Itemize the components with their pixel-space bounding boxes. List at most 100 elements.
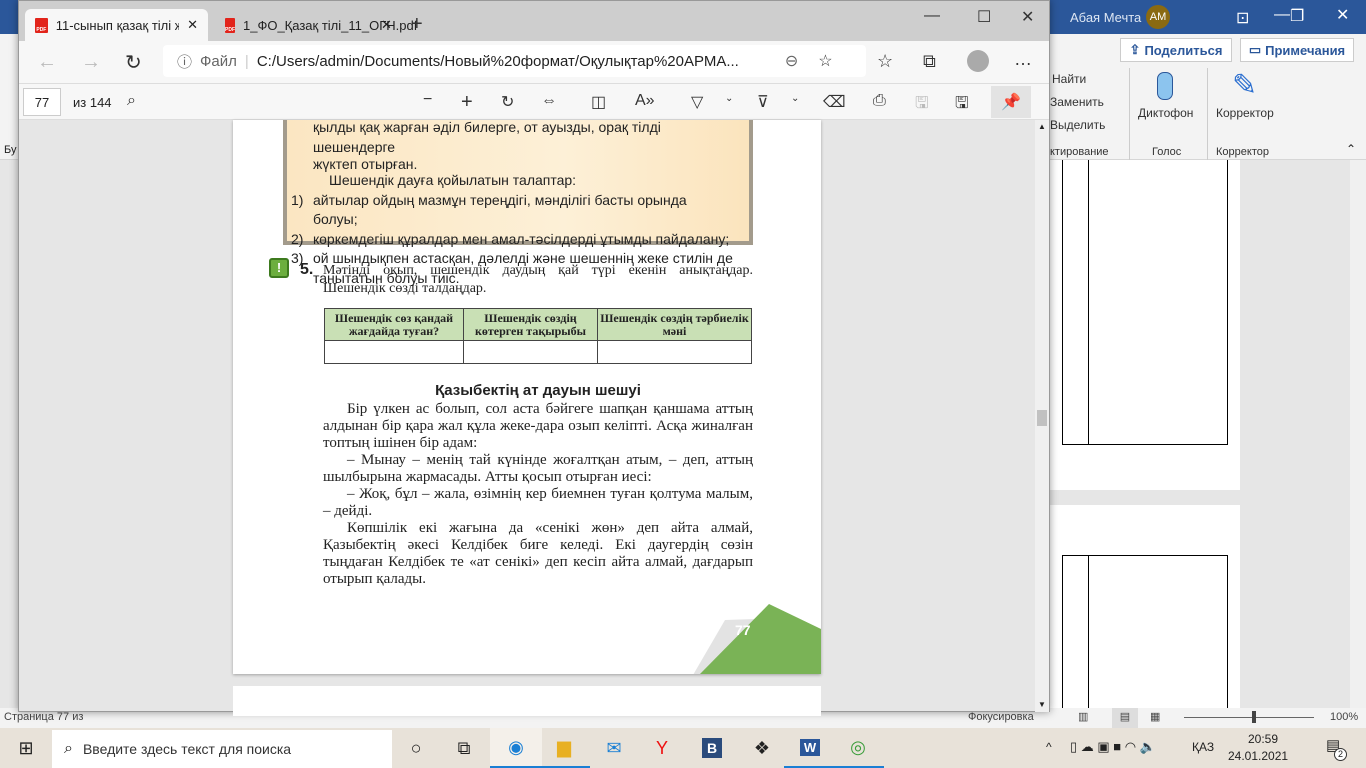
ribbon-cut-label: Бу	[4, 144, 17, 156]
box-list-item: 1) айтылар ойдың мазмұн тереңдігі, мәнділ…	[291, 191, 687, 228]
maximize-icon[interactable]: ☐	[977, 7, 991, 27]
word-scrollbar[interactable]	[1350, 160, 1366, 708]
clock-time[interactable]: 20:59	[1248, 732, 1278, 746]
story-text: Бір үлкен ас болып, сол аста бәйгеге шап…	[323, 401, 753, 588]
dictate-button[interactable]: Диктофон	[1138, 106, 1193, 120]
read-mode-icon[interactable]: ▥	[1078, 710, 1088, 723]
table-cell	[463, 340, 598, 364]
tray-overflow-icon[interactable]: ^	[1046, 740, 1052, 754]
page-count: Страница 77 из	[4, 711, 84, 723]
replace-button[interactable]: Заменить	[1050, 95, 1104, 109]
minimize-icon[interactable]: —	[1274, 6, 1290, 24]
box-list-item: 2) көркемдегіш құралдар мен амал-тәсілдер…	[291, 230, 730, 247]
refresh-icon[interactable]: ↻	[125, 50, 142, 75]
print-icon[interactable]: ⎙	[873, 92, 886, 110]
draw-options-chevron-icon[interactable]: ⌄	[725, 93, 733, 104]
taskbar: ⊞ ⌕ Введите здесь текст для поиска ○ ⧉ ◉…	[0, 728, 1366, 768]
vk-app-icon[interactable]: B	[686, 728, 738, 768]
language-indicator[interactable]: ҚАЗ	[1192, 740, 1214, 754]
fit-width-icon[interactable]: ⇔	[541, 92, 557, 110]
yandex-icon[interactable]: Y	[636, 728, 688, 768]
clock-date[interactable]: 24.01.2021	[1228, 749, 1288, 763]
favorites-icon[interactable]: ☆	[877, 51, 893, 72]
chrome-icon[interactable]: ◎	[832, 728, 884, 768]
tab-pdf[interactable]: PDF 1_ФО_Қазақ тілі_11_ОГН.pdf ✕	[215, 9, 417, 41]
read-aloud-icon[interactable]: A»	[635, 92, 655, 110]
scrollbar-thumb[interactable]	[1037, 410, 1047, 426]
focus-mode-button[interactable]: Фокусировка	[968, 711, 1034, 723]
share-icon: ⇪	[1129, 42, 1141, 57]
dropbox-icon[interactable]: ❖	[736, 728, 788, 768]
close-tab-icon[interactable]: ✕	[187, 17, 198, 33]
zoom-out-icon[interactable]: −	[423, 91, 432, 109]
pdf-page: қылды қақ жарған әділ билерге, от ауызды…	[233, 120, 821, 674]
search-icon[interactable]: ⌕	[127, 92, 136, 110]
restore-icon[interactable]: ❐	[1290, 6, 1304, 26]
ribbon-display-icon[interactable]: ⊡	[1236, 8, 1249, 28]
comments-button[interactable]: ▭ Примечания	[1240, 38, 1354, 62]
print-layout-icon[interactable]: ▤	[1112, 708, 1138, 728]
draw-icon[interactable]: ▽	[691, 92, 703, 112]
zoom-slider-thumb[interactable]	[1252, 711, 1256, 723]
web-layout-icon[interactable]: ▦	[1150, 710, 1160, 723]
page-number-input[interactable]: 77	[23, 88, 61, 116]
word-page-2	[1050, 505, 1240, 755]
forward-icon[interactable]: →	[81, 51, 101, 74]
tab-active[interactable]: PDF 11-сынып қазақ тілі жаратылыс ✕	[25, 9, 208, 41]
collections-icon[interactable]: ⧉	[923, 51, 936, 72]
scroll-up-icon[interactable]: ▲	[1038, 122, 1046, 131]
share-button[interactable]: ⇪ Поделиться	[1120, 38, 1232, 62]
comment-icon: ▭	[1248, 42, 1262, 57]
tray-icons[interactable]: ▯ ☁ ▣ ■ ◠ 🔈	[1070, 739, 1156, 755]
back-icon[interactable]: ←	[37, 51, 57, 74]
address-bar[interactable]: ⓘ Файл | C:/Users/admin/Documents/Новый%…	[163, 45, 866, 77]
profile-icon[interactable]	[967, 50, 989, 72]
microphone-icon	[1157, 72, 1173, 100]
zoom-level[interactable]: 100%	[1330, 711, 1358, 723]
cortana-icon[interactable]: ○	[390, 728, 442, 768]
zoom-slider[interactable]	[1184, 717, 1314, 718]
save-icon[interactable]: 🖫	[915, 92, 929, 119]
find-button[interactable]: Найти	[1052, 72, 1086, 86]
rotate-icon[interactable]: ↻	[501, 92, 514, 112]
word-app-icon[interactable]: W	[784, 728, 836, 768]
new-tab-icon[interactable]: +	[411, 13, 423, 36]
scheme-label: Файл	[200, 52, 237, 70]
save-as-icon[interactable]: 🖫	[955, 92, 969, 119]
edge-app-icon[interactable]: ◉	[490, 728, 542, 768]
more-icon[interactable]: …	[1014, 49, 1032, 70]
search-box[interactable]: ⌕ Введите здесь текст для поиска	[52, 730, 392, 768]
zoom-out-icon[interactable]: ⊖	[785, 51, 798, 71]
eraser-icon[interactable]: ⌫	[823, 92, 846, 112]
voice-group-label: Голос	[1152, 146, 1182, 158]
pin-toolbar-icon[interactable]: 📌	[991, 86, 1031, 118]
info-icon: ⓘ	[177, 53, 193, 71]
start-icon[interactable]: ⊞	[0, 728, 52, 768]
word-page	[1050, 160, 1240, 490]
mail-icon[interactable]: ✉	[588, 728, 640, 768]
pdf-toolbar: 77 из 144 ⌕ − + ↻ ⇔ ◫ A» ▽ ⌄ ⊽ ⌄ ⌫ ⎙ 🖫 🖫…	[19, 83, 1049, 120]
add-favorite-icon[interactable]: ☆	[818, 51, 832, 71]
highlight-icon[interactable]: ⊽	[757, 92, 769, 112]
zoom-in-icon[interactable]: +	[461, 91, 473, 114]
file-explorer-icon[interactable]: ▆	[538, 728, 590, 768]
editor-button[interactable]: Корректор	[1216, 106, 1274, 120]
collapse-ribbon-icon[interactable]: ⌃	[1346, 142, 1356, 156]
close-tab-icon[interactable]: ✕	[381, 17, 392, 33]
highlight-options-chevron-icon[interactable]: ⌄	[791, 93, 799, 104]
box-line: қылды қақ жарған әділ билерге, от ауызды…	[313, 120, 661, 155]
page-view-icon[interactable]: ◫	[591, 92, 606, 112]
notification-count: 2	[1334, 748, 1347, 761]
story-paragraph: – Мынау – менің тай күнінде жоғалтқан ат…	[323, 452, 753, 485]
select-button[interactable]: Выделить	[1050, 118, 1105, 132]
task-view-icon[interactable]: ⧉	[438, 728, 490, 768]
minimize-icon[interactable]: —	[924, 7, 940, 25]
close-icon[interactable]: ✕	[1336, 5, 1349, 25]
close-window-icon[interactable]: ✕	[1021, 7, 1034, 27]
url-text[interactable]: C:/Users/admin/Documents/Новый%20формат/…	[257, 53, 777, 70]
scroll-down-icon[interactable]: ▼	[1038, 700, 1046, 709]
answer-table: Шешендік сөз қандай жағдайда туған? Шешен…	[324, 308, 752, 364]
avatar[interactable]: АМ	[1146, 5, 1170, 29]
pdf-scrollbar[interactable]: ▲ ▼	[1035, 120, 1049, 712]
page-total: из 144	[73, 95, 112, 110]
